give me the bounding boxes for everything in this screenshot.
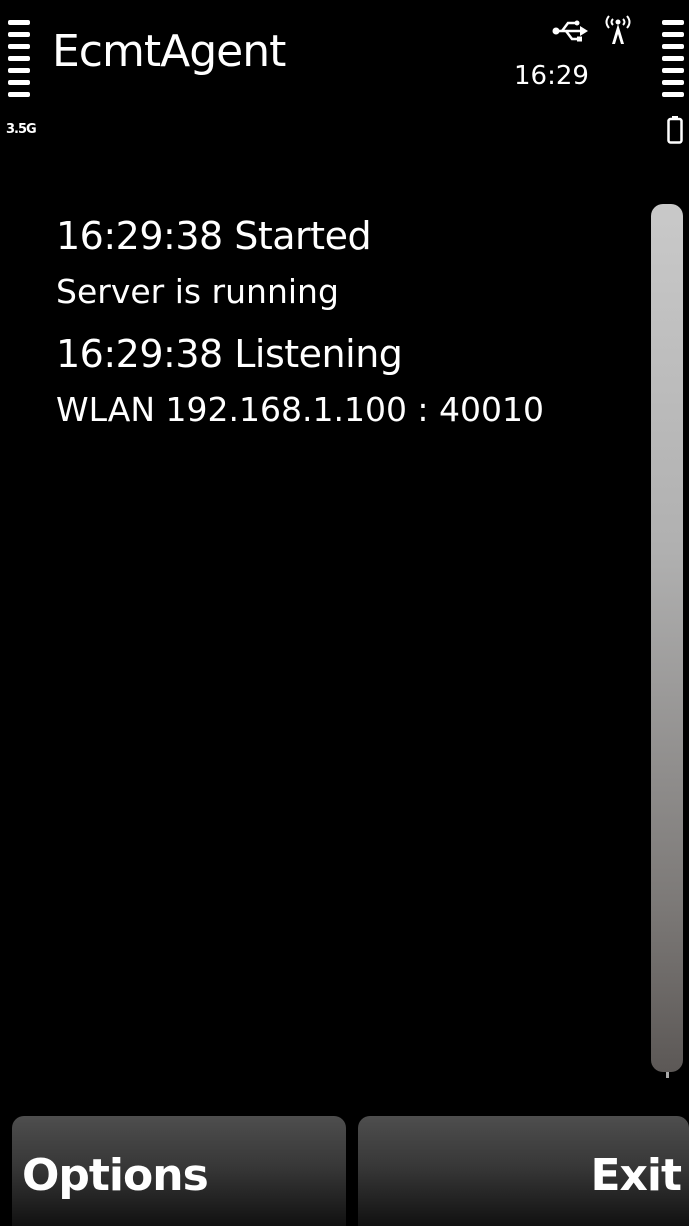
- network-type-label: 3.5G: [6, 122, 37, 137]
- exit-softkey[interactable]: Exit: [358, 1116, 689, 1226]
- log-entry: 16:29:38 Started Server is running: [56, 208, 626, 320]
- log-entry-heading: 16:29:38 Started: [56, 214, 372, 258]
- exit-softkey-label: Exit: [590, 1150, 682, 1201]
- status-bar: 3.5G EcmtAgent 16:29: [0, 0, 689, 170]
- app-title: EcmtAgent: [52, 26, 286, 77]
- options-softkey[interactable]: Options: [12, 1116, 346, 1226]
- softkey-bar: Options Exit: [0, 1114, 689, 1226]
- battery-level-bars: [662, 20, 684, 112]
- scrollbar[interactable]: [651, 204, 683, 1072]
- signal-strength-icon: [8, 20, 30, 112]
- options-softkey-label: Options: [22, 1150, 209, 1201]
- scrollbar-end-marker: [666, 1072, 669, 1078]
- log-entry-detail: Server is running: [56, 272, 339, 311]
- log-entry-detail: WLAN 192.168.1.100 : 40010: [56, 390, 545, 429]
- log-entry-heading: 16:29:38 Listening: [56, 332, 403, 376]
- usb-icon: [552, 20, 588, 42]
- battery-icon: [667, 116, 683, 144]
- log-entry: 16:29:38 Listening WLAN 192.168.1.100 : …: [56, 326, 626, 438]
- clock: 16:29: [514, 61, 589, 91]
- log-list: 16:29:38 Started Server is running 16:29…: [56, 208, 626, 444]
- wlan-antenna-icon: [605, 15, 631, 44]
- log-view[interactable]: 16:29:38 Started Server is running 16:29…: [0, 170, 689, 1110]
